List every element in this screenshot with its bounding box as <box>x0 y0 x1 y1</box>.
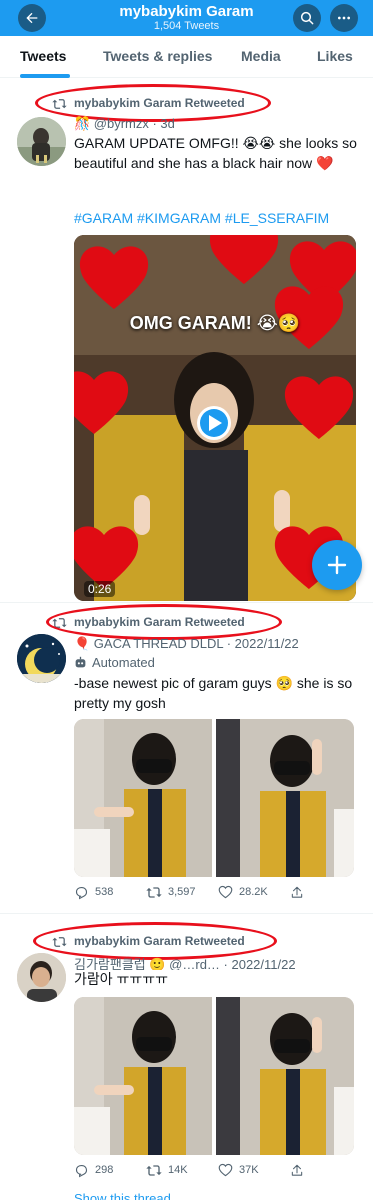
share-button[interactable] <box>290 885 304 900</box>
retweet-button[interactable]: 14K <box>146 1163 218 1177</box>
avatar[interactable] <box>17 634 66 683</box>
tweet-text: GARAM UPDATE OMFG!! 😭😭 she looks so beau… <box>74 135 357 171</box>
video-duration: 0:26 <box>84 581 116 597</box>
reply-count: 298 <box>95 1164 114 1176</box>
share-icon <box>291 1164 303 1176</box>
search-button[interactable] <box>293 4 321 32</box>
reply-button[interactable]: 298 <box>74 1163 146 1178</box>
tab-media[interactable]: Media <box>241 48 281 64</box>
automated-badge: Automated <box>74 655 155 670</box>
retweet-button[interactable]: 3,597 <box>146 885 218 899</box>
retweet-count: 14K <box>168 1164 188 1176</box>
tweet-byline: 🎈 GACA THREAD DLDL · 2022/11/22 <box>74 636 299 651</box>
like-count: 28.2K <box>239 886 268 898</box>
like-button[interactable]: 28.2K <box>218 885 290 899</box>
retweet-icon <box>146 887 162 898</box>
tweet-separator <box>0 602 373 603</box>
reply-count: 538 <box>95 886 114 898</box>
tweet-photos[interactable] <box>74 997 354 1155</box>
retweet-icon <box>146 1165 162 1176</box>
tweet-photo[interactable] <box>216 719 354 877</box>
tweet-separator <box>0 913 373 914</box>
avatar[interactable] <box>17 117 66 166</box>
share-button[interactable] <box>290 1163 304 1178</box>
tweet-photos[interactable] <box>74 719 354 877</box>
reply-button[interactable]: 538 <box>74 885 146 900</box>
show-thread-link[interactable]: Show this thread <box>74 1192 171 1200</box>
tweet-photo[interactable] <box>74 997 212 1155</box>
more-button[interactable] <box>330 4 358 32</box>
more-icon <box>338 16 350 20</box>
tweet-text: -base newest pic of garam guys 🥺 she is … <box>74 675 353 711</box>
heart-icon <box>218 885 233 899</box>
tweet-actions: 538 3,597 28.2K <box>74 883 352 901</box>
retweet-count: 3,597 <box>168 886 196 898</box>
share-icon <box>291 886 303 898</box>
tab-tweets-replies[interactable]: Tweets & replies <box>103 48 212 64</box>
reply-icon <box>75 886 88 899</box>
like-button[interactable]: 37K <box>218 1163 290 1177</box>
tweet-hashtags[interactable]: #GARAM #KIMGARAM #LE_SSERAFIM <box>74 210 329 226</box>
heart-icon <box>218 1163 233 1177</box>
profile-tabs: Tweets Tweets & replies Media Likes <box>0 36 373 78</box>
tweet-video[interactable]: OMG GARAM! 😭🥺 0:26 <box>74 235 356 601</box>
avatar[interactable] <box>17 953 66 1002</box>
highlight-ellipse <box>46 604 282 640</box>
tweet-photo[interactable] <box>216 997 354 1155</box>
tab-likes[interactable]: Likes <box>317 48 353 64</box>
active-tab-indicator <box>20 74 70 78</box>
bot-icon <box>75 656 86 668</box>
tweet-photo[interactable] <box>74 719 212 877</box>
like-count: 37K <box>239 1164 259 1176</box>
video-thumbnail <box>74 235 356 601</box>
tweet-byline: 김가람팬클럽 🙂 @…rd… · 2022/11/22 <box>74 957 296 970</box>
tweet-actions: 298 14K 37K <box>74 1161 352 1179</box>
compose-plus-icon <box>327 555 347 575</box>
profile-header: mybabykim Garam 1,504 Tweets <box>0 0 373 36</box>
search-icon <box>300 11 314 25</box>
tweet-text: 가람아 ㅠㅠㅠㅠ <box>74 971 169 987</box>
reply-icon <box>75 1164 88 1177</box>
video-overlay-text: OMG GARAM! 😭🥺 <box>129 313 301 333</box>
tab-tweets[interactable]: Tweets <box>20 48 66 64</box>
automated-label: Automated <box>92 655 155 670</box>
tweet-byline: 🎊 @byrmzx · 3d <box>74 116 175 131</box>
compose-button[interactable] <box>312 540 362 590</box>
